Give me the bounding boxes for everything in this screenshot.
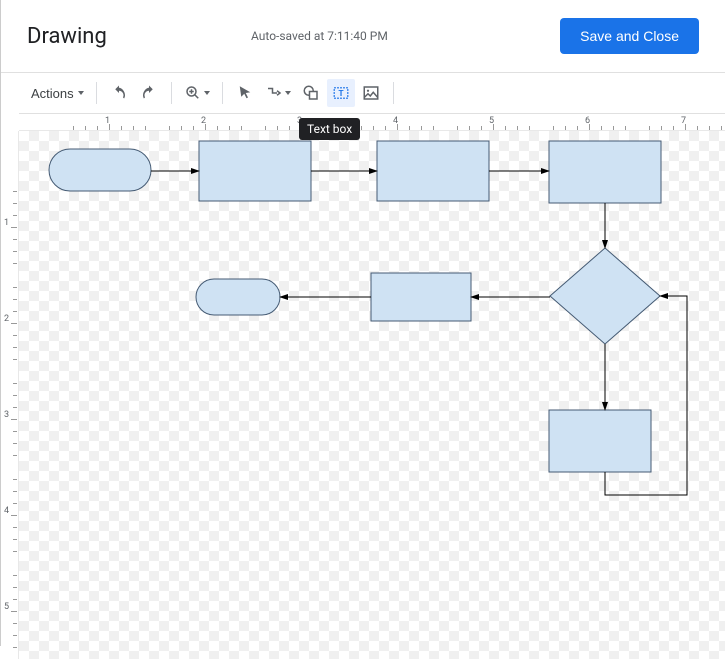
undo-button[interactable] [105,79,133,107]
horizontal-ruler: 1234567 [19,113,725,131]
redo-icon [140,84,158,102]
caret-down-icon [78,91,84,95]
select-tool-button[interactable] [231,79,259,107]
flowchart-shape-diamond[interactable] [550,248,660,344]
textbox-tool-button[interactable]: T [327,79,355,107]
textbox-icon: T [332,84,350,102]
flowchart-svg [19,131,727,659]
separator [393,82,394,104]
image-icon [362,84,380,102]
svg-text:T: T [338,89,343,98]
flowchart-shape-start[interactable] [49,149,151,191]
dialog-title: Drawing [27,24,107,49]
actions-menu-button[interactable]: Actions [27,79,88,107]
dialog-header: Drawing Auto-saved at 7:11:40 PM Save an… [1,0,725,73]
autosave-status: Auto-saved at 7:11:40 PM [251,29,388,43]
flowchart-shape-r4[interactable] [371,273,471,321]
actions-label: Actions [31,86,74,101]
redo-button[interactable] [135,79,163,107]
separator [171,82,172,104]
ruler-v-label: 5 [4,602,9,612]
separator [222,82,223,104]
vertical-ruler: 1 2 3 4 5 [1,131,19,659]
ruler-v-label: 4 [4,506,9,516]
shape-icon [302,84,320,102]
ruler-v-label: 1 [4,218,9,228]
line-icon [265,84,283,102]
line-tool-button[interactable] [261,79,295,107]
flowchart-shape-r1[interactable] [199,141,311,201]
separator [96,82,97,104]
drawing-dialog: Drawing Auto-saved at 7:11:40 PM Save an… [0,0,725,646]
cursor-icon [236,84,254,102]
flowchart-shape-r2[interactable] [377,141,489,201]
ruler-v-label: 3 [4,410,9,420]
flowchart-shape-r5[interactable] [549,410,651,472]
shape-tool-button[interactable] [297,79,325,107]
save-close-button[interactable]: Save and Close [560,18,699,54]
ruler-v-label: 2 [4,314,9,324]
image-tool-button[interactable] [357,79,385,107]
flowchart-shape-end[interactable] [196,279,280,315]
caret-down-icon [285,91,291,95]
caret-down-icon [204,91,210,95]
canvas-area: 1 2 3 4 5 [1,131,725,659]
tooltip: Text box [299,118,360,140]
undo-icon [110,84,128,102]
zoom-button[interactable] [180,79,214,107]
drawing-canvas[interactable] [19,131,725,659]
toolbar: Actions T [1,73,725,113]
flowchart-shape-r3[interactable] [549,141,661,203]
zoom-icon [184,84,202,102]
